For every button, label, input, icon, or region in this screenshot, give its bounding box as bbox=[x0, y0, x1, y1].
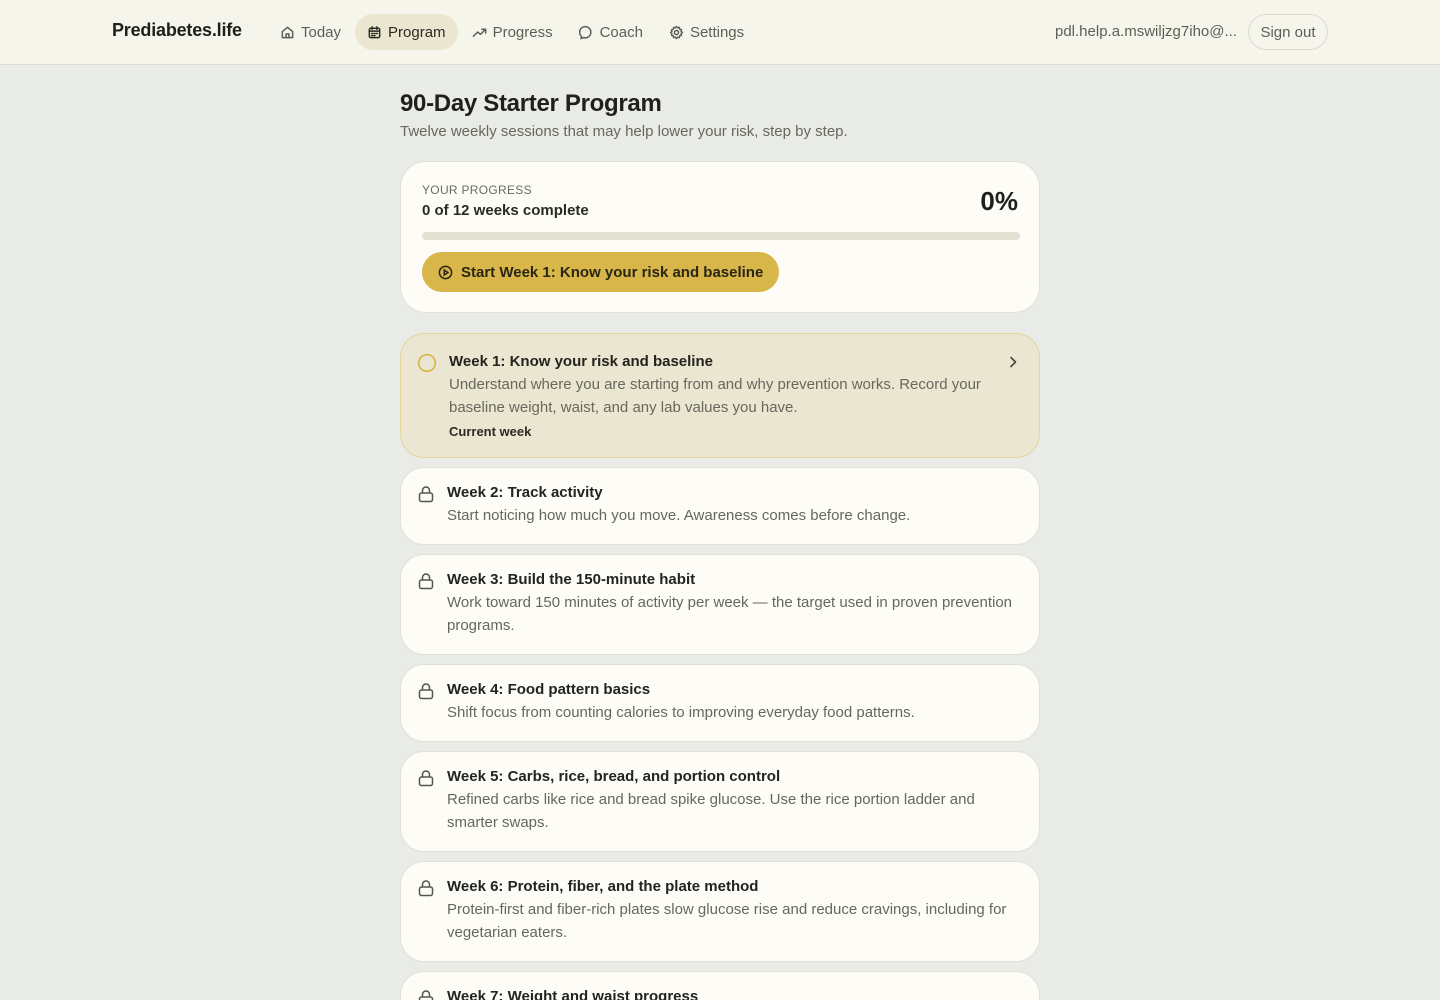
brand-logo[interactable]: Prediabetes.life bbox=[112, 20, 242, 41]
start-week-label: Start Week 1: Know your risk and baselin… bbox=[461, 263, 764, 281]
nav-item-coach[interactable]: Coach bbox=[567, 14, 655, 50]
week-title: Week 5: Carbs, rice, bread, and portion … bbox=[447, 768, 781, 785]
lock-icon bbox=[418, 990, 434, 1000]
page-title: 90-Day Starter Program bbox=[400, 90, 662, 117]
week-title: Week 3: Build the 150-minute habit bbox=[447, 571, 696, 588]
sign-out-button[interactable]: Sign out bbox=[1248, 14, 1328, 50]
chevron-right-icon bbox=[1010, 356, 1017, 368]
main-content: 90-Day Starter Program Twelve weekly ses… bbox=[400, 88, 1040, 1000]
nav-item-label: Progress bbox=[492, 23, 553, 41]
lock-icon bbox=[418, 880, 434, 897]
chat-bubble-icon bbox=[578, 25, 592, 39]
calendar-icon bbox=[368, 25, 381, 38]
page-subtitle: Twelve weekly sessions that may help low… bbox=[400, 123, 848, 140]
week-card-7[interactable]: Week 7: Weight and waist progress bbox=[400, 971, 1040, 1000]
week-card-4[interactable]: Week 4: Food pattern basics Shift focus … bbox=[400, 664, 1040, 742]
week-card-3[interactable]: Week 3: Build the 150-minute habit Work … bbox=[400, 554, 1040, 655]
week-description: Understand where you are starting from a… bbox=[449, 376, 981, 416]
week-description: Work toward 150 minutes of activity per … bbox=[447, 594, 1013, 634]
weeks-list: Week 1: Know your risk and baseline Unde… bbox=[400, 333, 1040, 1000]
week-description: Protein-first and fiber-rich plates slow… bbox=[447, 901, 1007, 941]
week-description: Start noticing how much you move. Awaren… bbox=[447, 507, 911, 524]
trending-up-icon bbox=[472, 27, 486, 37]
lock-icon bbox=[418, 770, 434, 787]
week-title: Week 7: Weight and waist progress bbox=[447, 988, 699, 1000]
current-week-badge: Current week bbox=[449, 424, 532, 439]
week-description: Refined carbs like rice and bread spike … bbox=[447, 791, 975, 831]
lock-icon bbox=[418, 573, 434, 590]
lock-icon bbox=[418, 683, 434, 700]
nav-item-settings[interactable]: Settings bbox=[657, 14, 756, 50]
circle-icon bbox=[417, 353, 437, 373]
week-title: Week 6: Protein, fiber, and the plate me… bbox=[447, 878, 759, 895]
week-card-2[interactable]: Week 2: Track activity Start noticing ho… bbox=[400, 467, 1040, 545]
week-title: Week 2: Track activity bbox=[447, 484, 603, 501]
nav-item-label: Program bbox=[388, 23, 446, 41]
nav-item-program[interactable]: Program bbox=[355, 14, 458, 50]
progress-card: YOUR PROGRESS 0 of 12 weeks complete 0% … bbox=[400, 161, 1040, 313]
start-week-button[interactable]: Start Week 1: Know your risk and baselin… bbox=[422, 252, 780, 292]
week-title: Week 4: Food pattern basics bbox=[447, 681, 651, 698]
user-email: pdl.help.a.mswiljzg7iho@... bbox=[1055, 23, 1237, 40]
nav-item-progress[interactable]: Progress bbox=[460, 14, 565, 50]
week-description: Shift focus from counting calories to im… bbox=[447, 704, 915, 721]
progress-count: 0 of 12 weeks complete bbox=[422, 202, 589, 219]
nav-item-label: Today bbox=[301, 23, 342, 41]
week-title: Week 1: Know your risk and baseline bbox=[449, 353, 713, 370]
nav-item-label: Coach bbox=[599, 23, 643, 41]
gear-icon bbox=[669, 25, 684, 39]
top-navigation-bar: Prediabetes.life Today Program Progress … bbox=[0, 0, 1440, 65]
lock-icon bbox=[418, 486, 434, 503]
week-card-5[interactable]: Week 5: Carbs, rice, bread, and portion … bbox=[400, 751, 1040, 852]
home-icon bbox=[281, 26, 294, 38]
week-card-6[interactable]: Week 6: Protein, fiber, and the plate me… bbox=[400, 861, 1040, 962]
nav-item-label: Settings bbox=[689, 23, 745, 41]
progress-label: YOUR PROGRESS bbox=[422, 183, 532, 197]
main-nav: Today Program Progress Coach Settings bbox=[268, 14, 756, 50]
nav-item-today[interactable]: Today bbox=[268, 14, 353, 50]
play-circle-icon bbox=[438, 265, 453, 279]
progress-percent: 0% bbox=[980, 186, 1018, 216]
progress-bar bbox=[422, 232, 1020, 240]
week-card-1[interactable]: Week 1: Know your risk and baseline Unde… bbox=[400, 333, 1040, 458]
